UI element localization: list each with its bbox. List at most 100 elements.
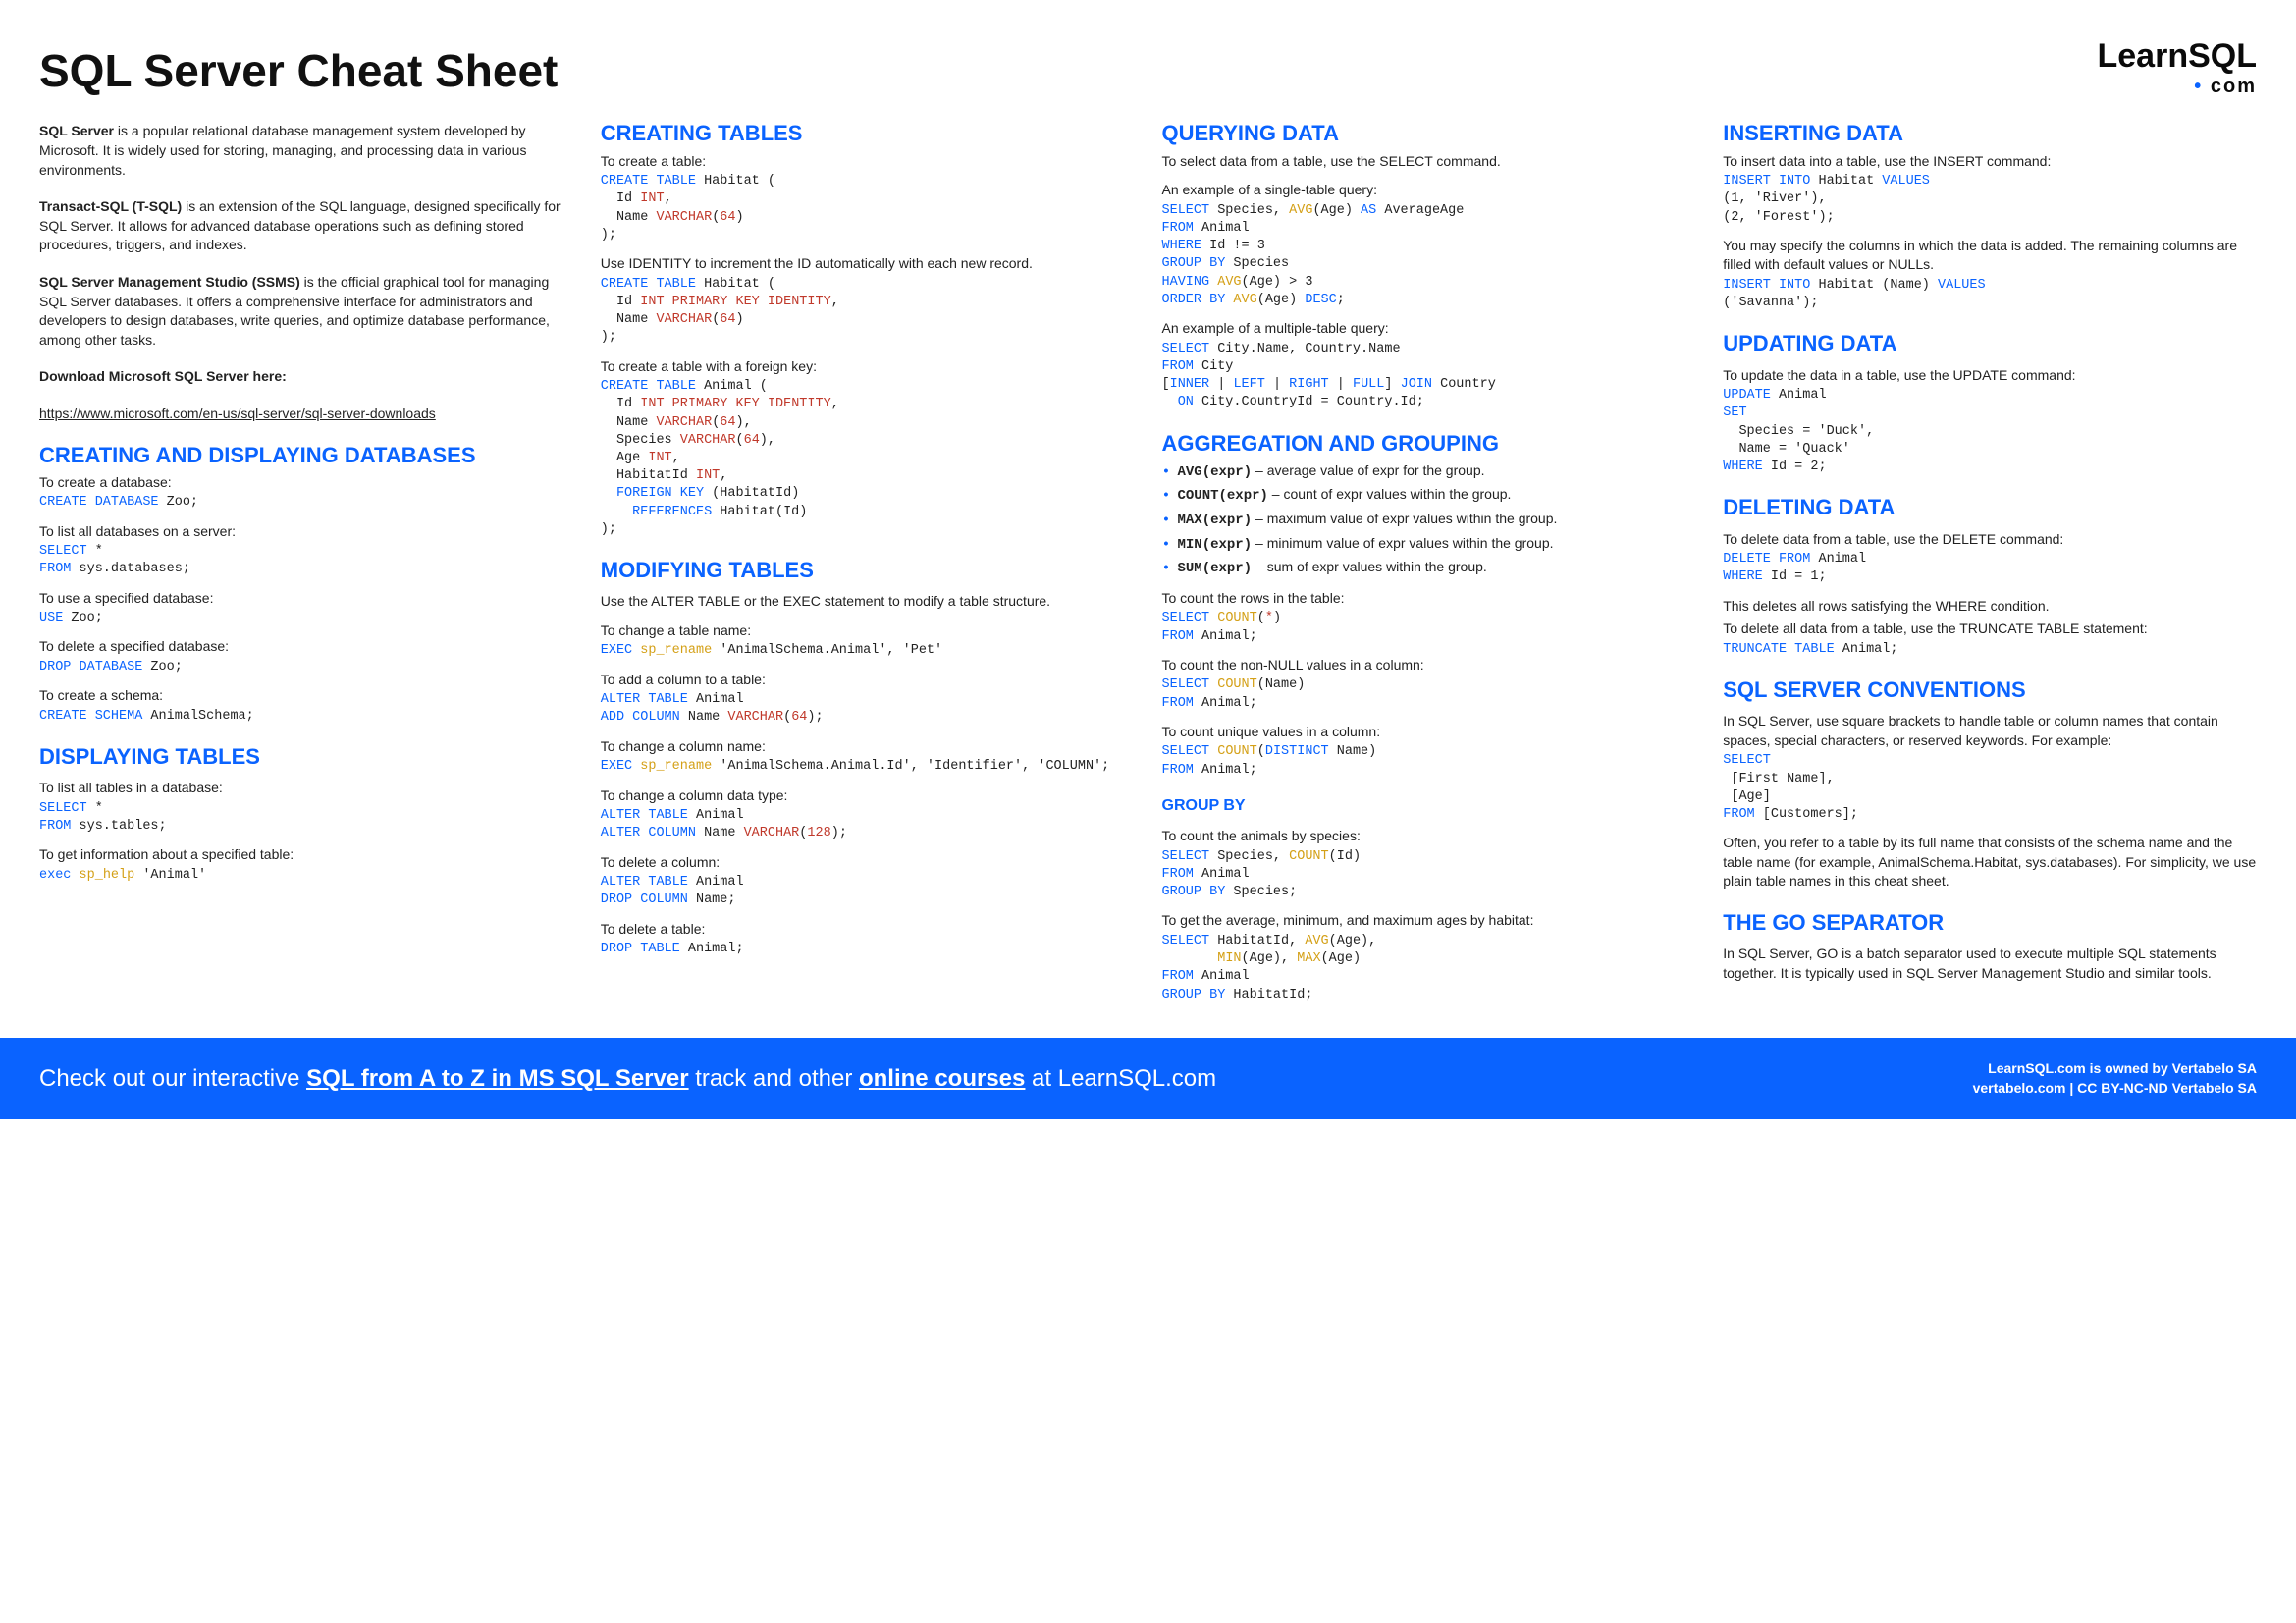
header: SQL Server Cheat Sheet LearnSQL • com [39, 39, 2257, 102]
download-label: Download Microsoft SQL Server here: [39, 367, 573, 387]
column-4: INSERTING DATA To insert data into a tab… [1723, 122, 2257, 1008]
truncate-desc: To delete all data from a table, use the… [1723, 620, 2257, 639]
agg-max: MAX(expr) – maximum value of expr values… [1162, 510, 1696, 531]
code-change-type: ALTER TABLE Animal ALTER COLUMN Name VAR… [601, 807, 1135, 842]
schema-desc: To create a schema: [39, 686, 573, 706]
logo-subtext: • com [2098, 73, 2258, 100]
code-truncate: TRUNCATE TABLE Animal; [1723, 641, 2257, 659]
code-conventions: SELECT [First Name], [Age] FROM [Custome… [1723, 752, 2257, 824]
download-link[interactable]: https://www.microsoft.com/en-us/sql-serv… [39, 406, 436, 421]
use-db-desc: To use a specified database: [39, 589, 573, 609]
count-nonnull-desc: To count the non-NULL values in a column… [1162, 656, 1696, 676]
code-update: UPDATE Animal SET Species = 'Duck', Name… [1723, 387, 2257, 476]
delete-table-desc: To delete a table: [601, 920, 1135, 940]
avg-habitat-desc: To get the average, minimum, and maximum… [1162, 911, 1696, 931]
code-count-unique: SELECT COUNT(DISTINCT Name) FROM Animal; [1162, 743, 1696, 779]
go-desc: In SQL Server, GO is a batch separator u… [1723, 945, 2257, 983]
delete-where-note: This deletes all rows satisfying the WHE… [1723, 597, 2257, 617]
cheat-sheet-page: SQL Server Cheat Sheet LearnSQL • com SQ… [0, 0, 2296, 1008]
count-rows-desc: To count the rows in the table: [1162, 589, 1696, 609]
footer-link-2[interactable]: online courses [859, 1065, 1025, 1092]
sec-creating-db: CREATING AND DISPLAYING DATABASES [39, 444, 573, 467]
change-type-desc: To change a column data type: [601, 786, 1135, 806]
fk-desc: To create a table with a foreign key: [601, 357, 1135, 377]
rename-table-desc: To change a table name: [601, 622, 1135, 641]
sec-modifying-tables: MODIFYING TABLES [601, 559, 1135, 582]
conventions-intro: In SQL Server, use square brackets to ha… [1723, 712, 2257, 750]
inserting-intro: To insert data into a table, use the INS… [1723, 152, 2257, 172]
sec-groupby: GROUP BY [1162, 795, 1696, 817]
code-count-species: SELECT Species, COUNT(Id) FROM Animal GR… [1162, 848, 1696, 902]
sec-inserting: INSERTING DATA [1723, 122, 2257, 145]
code-create-table: CREATE TABLE Habitat ( Id INT, Name VARC… [601, 173, 1135, 244]
table-info-desc: To get information about a specified tab… [39, 845, 573, 865]
single-query-desc: An example of a single-table query: [1162, 181, 1696, 200]
create-db-desc: To create a database: [39, 473, 573, 493]
identity-desc: Use IDENTITY to increment the ID automat… [601, 254, 1135, 274]
code-list-db: SELECT * FROM sys.databases; [39, 543, 573, 578]
insert-specify-desc: You may specify the columns in which the… [1723, 237, 2257, 275]
code-drop-table: DROP TABLE Animal; [601, 941, 1135, 958]
delete-db-desc: To delete a specified database: [39, 637, 573, 657]
modify-intro: Use the ALTER TABLE or the EXEC statemen… [601, 592, 1135, 612]
sec-aggregation: AGGREGATION AND GROUPING [1162, 432, 1696, 456]
conventions-fullname: Often, you refer to a table by its full … [1723, 834, 2257, 892]
code-delete: DELETE FROM Animal WHERE Id = 1; [1723, 551, 2257, 586]
querying-intro: To select data from a table, use the SEL… [1162, 152, 1696, 172]
agg-avg: AVG(expr) – average value of expr for th… [1162, 461, 1696, 483]
column-2: CREATING TABLES To create a table: CREAT… [601, 122, 1135, 1008]
intro-p1: SQL Server is a popular relational datab… [39, 122, 573, 180]
footer-link-1[interactable]: SQL from A to Z in MS SQL Server [306, 1065, 688, 1092]
code-use-db: USE Zoo; [39, 610, 573, 627]
agg-count: COUNT(expr) – count of expr values withi… [1162, 485, 1696, 507]
agg-sum: SUM(expr) – sum of expr values within th… [1162, 558, 1696, 579]
code-insert-specify: INSERT INTO Habitat (Name) VALUES ('Sava… [1723, 277, 2257, 312]
sec-updating: UPDATING DATA [1723, 332, 2257, 355]
create-table-desc: To create a table: [601, 152, 1135, 172]
code-identity: CREATE TABLE Habitat ( Id INT PRIMARY KE… [601, 276, 1135, 348]
intro-block: SQL Server is a popular relational datab… [39, 122, 573, 423]
code-rename-table: EXEC sp_rename 'AnimalSchema.Animal', 'P… [601, 642, 1135, 660]
footer-right: LearnSQL.com is owned by Vertabelo SA ve… [1973, 1059, 2257, 1098]
intro-p2: Transact-SQL (T-SQL) is an extension of … [39, 197, 573, 255]
code-create-schema: CREATE SCHEMA AnimalSchema; [39, 708, 573, 726]
logo-text: LearnSQL [2098, 39, 2258, 73]
code-drop-db: DROP DATABASE Zoo; [39, 659, 573, 676]
updating-intro: To update the data in a table, use the U… [1723, 366, 2257, 386]
list-tables-desc: To list all tables in a database: [39, 779, 573, 798]
rename-col-desc: To change a column name: [601, 737, 1135, 757]
column-3: QUERYING DATA To select data from a tabl… [1162, 122, 1696, 1008]
code-insert: INSERT INTO Habitat VALUES (1, 'River'),… [1723, 173, 2257, 227]
code-count-nonnull: SELECT COUNT(Name) FROM Animal; [1162, 676, 1696, 712]
agg-min: MIN(expr) – minimum value of expr values… [1162, 534, 1696, 556]
code-list-tables: SELECT * FROM sys.tables; [39, 800, 573, 836]
multi-query-desc: An example of a multiple-table query: [1162, 319, 1696, 339]
footer-right-1: LearnSQL.com is owned by Vertabelo SA [1973, 1059, 2257, 1079]
footer: Check out our interactive SQL from A to … [0, 1038, 2296, 1119]
footer-left: Check out our interactive SQL from A to … [39, 1062, 1216, 1096]
count-species-desc: To count the animals by species: [1162, 827, 1696, 846]
code-create-db: CREATE DATABASE Zoo; [39, 494, 573, 512]
code-multi-query: SELECT City.Name, Country.Name FROM City… [1162, 341, 1696, 412]
code-delete-col: ALTER TABLE Animal DROP COLUMN Name; [601, 874, 1135, 909]
footer-right-2: vertabelo.com | CC BY-NC-ND Vertabelo SA [1973, 1079, 2257, 1099]
add-col-desc: To add a column to a table: [601, 671, 1135, 690]
column-1: SQL Server is a popular relational datab… [39, 122, 573, 1008]
sec-go: THE GO SEPARATOR [1723, 911, 2257, 935]
code-rename-col: EXEC sp_rename 'AnimalSchema.Animal.Id',… [601, 758, 1135, 776]
delete-col-desc: To delete a column: [601, 853, 1135, 873]
intro-p3: SQL Server Management Studio (SSMS) is t… [39, 273, 573, 350]
logo: LearnSQL • com [2098, 39, 2258, 100]
sec-creating-tables: CREATING TABLES [601, 122, 1135, 145]
code-sp-help: exec sp_help 'Animal' [39, 867, 573, 885]
code-single-query: SELECT Species, AVG(Age) AS AverageAge F… [1162, 202, 1696, 309]
columns: SQL Server is a popular relational datab… [39, 122, 2257, 1008]
code-add-col: ALTER TABLE Animal ADD COLUMN Name VARCH… [601, 691, 1135, 727]
sec-conventions: SQL SERVER CONVENTIONS [1723, 678, 2257, 702]
sec-querying: QUERYING DATA [1162, 122, 1696, 145]
code-avg-habitat: SELECT HabitatId, AVG(Age), MIN(Age), MA… [1162, 933, 1696, 1004]
sec-displaying-tables: DISPLAYING TABLES [39, 745, 573, 769]
count-unique-desc: To count unique values in a column: [1162, 723, 1696, 742]
list-db-desc: To list all databases on a server: [39, 522, 573, 542]
deleting-intro: To delete data from a table, use the DEL… [1723, 530, 2257, 550]
